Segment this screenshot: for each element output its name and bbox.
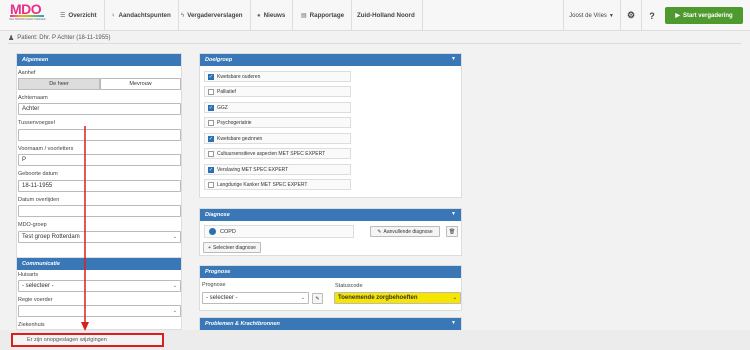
annotation-arrow [81,126,89,331]
